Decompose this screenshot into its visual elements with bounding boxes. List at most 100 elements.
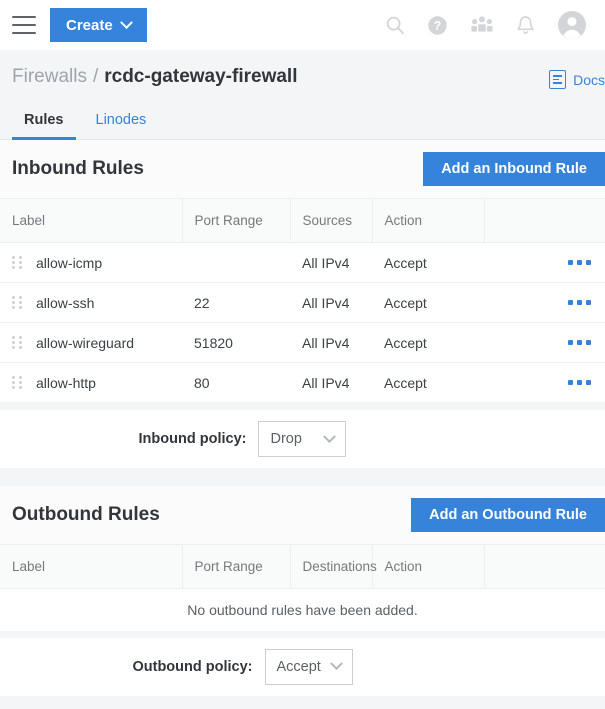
search-icon[interactable]	[385, 15, 405, 35]
rule-label: allow-http	[36, 375, 96, 391]
drag-handle-icon[interactable]	[12, 256, 22, 270]
inbound-policy-value: Drop	[270, 431, 301, 447]
outbound-policy-label: Outbound policy:	[132, 659, 252, 675]
drag-handle-icon[interactable]	[12, 376, 22, 390]
drag-handle-icon[interactable]	[12, 296, 22, 310]
create-button-label: Create	[66, 17, 113, 34]
outbound-empty-row: No outbound rules have been added.	[0, 589, 605, 631]
table-row[interactable]: allow-http 80 All IPv4 Accept	[0, 363, 605, 403]
rule-label: allow-icmp	[36, 255, 102, 271]
rule-label: allow-ssh	[36, 295, 94, 311]
outbound-col-destinations: Destinations	[290, 545, 372, 589]
inbound-rules-section: Inbound Rules Add an Inbound Rule Label …	[0, 140, 605, 468]
topbar-icon-group: ?	[385, 10, 593, 40]
document-icon	[549, 70, 566, 89]
outbound-section-title: Outbound Rules	[12, 504, 160, 526]
rule-actions-cell	[484, 243, 605, 283]
top-navigation-bar: Create ?	[0, 0, 605, 50]
rule-actions-cell	[484, 283, 605, 323]
rule-port-range: 22	[182, 283, 290, 323]
outbound-table-head: Label Port Range Destinations Action	[0, 545, 605, 589]
rule-sources: All IPv4	[290, 243, 372, 283]
add-inbound-rule-button[interactable]: Add an Inbound Rule	[423, 152, 605, 186]
outbound-table-body: No outbound rules have been added.	[0, 589, 605, 631]
svg-text:?: ?	[434, 19, 442, 33]
inbound-col-sources: Sources	[290, 199, 372, 243]
chevron-down-icon	[120, 16, 133, 29]
inbound-header-row: Label Port Range Sources Action	[0, 199, 605, 243]
add-outbound-rule-button[interactable]: Add an Outbound Rule	[411, 498, 605, 532]
inbound-col-action: Action	[372, 199, 484, 243]
rule-sources: All IPv4	[290, 323, 372, 363]
outbound-rules-table: Label Port Range Destinations Action No …	[0, 544, 605, 631]
table-row[interactable]: allow-icmp All IPv4 Accept	[0, 243, 605, 283]
community-icon[interactable]	[470, 15, 494, 35]
inbound-row-label-cell: allow-wireguard	[0, 323, 182, 363]
chevron-down-icon	[324, 430, 337, 443]
outbound-rules-section: Outbound Rules Add an Outbound Rule Labe…	[0, 486, 605, 696]
outbound-empty-text: No outbound rules have been added.	[0, 589, 605, 631]
row-action-menu-icon[interactable]	[496, 300, 605, 305]
hamburger-icon[interactable]	[12, 16, 36, 34]
inbound-section-title: Inbound Rules	[12, 158, 144, 180]
outbound-header-row: Label Port Range Destinations Action	[0, 545, 605, 589]
inbound-policy-select[interactable]: Drop	[258, 421, 346, 457]
outbound-col-port: Port Range	[182, 545, 290, 589]
outbound-col-action: Action	[372, 545, 484, 589]
page-title: rcdc-gateway-firewall	[104, 66, 297, 88]
outbound-policy-row: Outbound policy: Accept	[0, 638, 605, 696]
docs-link-label: Docs	[573, 72, 605, 88]
inbound-policy-divider	[0, 403, 605, 410]
outbound-policy-divider	[0, 631, 605, 638]
outbound-policy-value: Accept	[277, 659, 321, 675]
help-icon[interactable]: ?	[427, 15, 448, 36]
rule-actions-cell	[484, 323, 605, 363]
rule-actions-cell	[484, 363, 605, 403]
inbound-col-port: Port Range	[182, 199, 290, 243]
inbound-policy-label: Inbound policy:	[139, 431, 247, 447]
breadcrumb-parent-link[interactable]: Firewalls	[12, 66, 87, 88]
inbound-policy-row: Inbound policy: Drop	[0, 410, 605, 468]
rule-label: allow-wireguard	[36, 335, 134, 351]
outbound-col-label: Label	[0, 545, 182, 589]
rule-port-range	[182, 243, 290, 283]
tab-rules[interactable]: Rules	[12, 102, 76, 139]
inbound-table-head: Label Port Range Sources Action	[0, 199, 605, 243]
tab-linodes[interactable]: Linodes	[84, 102, 159, 139]
chevron-down-icon	[330, 657, 343, 670]
section-gap	[0, 468, 605, 486]
rule-action: Accept	[372, 283, 484, 323]
inbound-table-body: allow-icmp All IPv4 Accept allow-ssh	[0, 243, 605, 403]
create-button[interactable]: Create	[50, 8, 147, 42]
outbound-col-actions-menu	[484, 545, 605, 589]
tab-bar: Rules Linodes	[0, 102, 605, 140]
inbound-rules-table: Label Port Range Sources Action allow-ic…	[0, 198, 605, 403]
docs-link[interactable]: Docs	[549, 70, 605, 89]
row-action-menu-icon[interactable]	[496, 340, 605, 345]
outbound-policy-select[interactable]: Accept	[265, 649, 353, 685]
inbound-row-label-cell: allow-http	[0, 363, 182, 403]
row-action-menu-icon[interactable]	[496, 260, 605, 265]
rule-sources: All IPv4	[290, 363, 372, 403]
rule-action: Accept	[372, 243, 484, 283]
drag-handle-icon[interactable]	[12, 336, 22, 350]
breadcrumb-separator: /	[93, 66, 98, 88]
row-action-menu-icon[interactable]	[496, 380, 605, 385]
rule-port-range: 80	[182, 363, 290, 403]
table-row[interactable]: allow-wireguard 51820 All IPv4 Accept	[0, 323, 605, 363]
rule-action: Accept	[372, 363, 484, 403]
inbound-col-label: Label	[0, 199, 182, 243]
inbound-row-label-cell: allow-ssh	[0, 283, 182, 323]
table-row[interactable]: allow-ssh 22 All IPv4 Accept	[0, 283, 605, 323]
rule-sources: All IPv4	[290, 283, 372, 323]
inbound-row-label-cell: allow-icmp	[0, 243, 182, 283]
page-body: Firewalls / rcdc-gateway-firewall Docs R…	[0, 50, 605, 696]
outbound-section-header: Outbound Rules Add an Outbound Rule	[0, 486, 605, 544]
account-avatar-icon[interactable]	[557, 10, 587, 40]
breadcrumb: Firewalls / rcdc-gateway-firewall Docs	[0, 50, 605, 88]
notifications-icon[interactable]	[516, 15, 535, 36]
inbound-col-actions-menu	[484, 199, 605, 243]
rule-action: Accept	[372, 323, 484, 363]
inbound-section-header: Inbound Rules Add an Inbound Rule	[0, 140, 605, 198]
rule-port-range: 51820	[182, 323, 290, 363]
